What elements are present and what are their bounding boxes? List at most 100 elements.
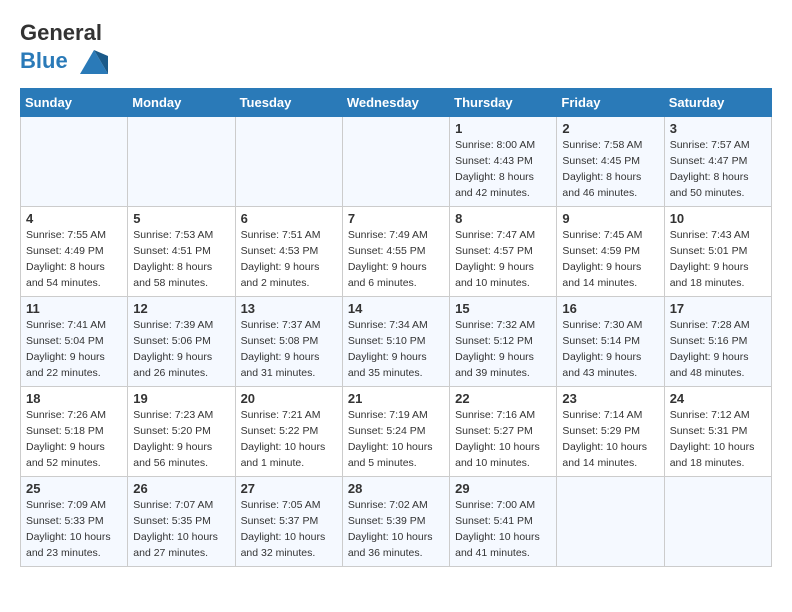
day-info: Sunrise: 7:07 AM Sunset: 5:35 PM Dayligh…	[133, 498, 229, 561]
day-number: 23	[562, 391, 658, 406]
calendar-cell	[664, 477, 771, 567]
day-number: 22	[455, 391, 551, 406]
calendar-week-row: 11 Sunrise: 7:41 AM Sunset: 5:04 PM Dayli…	[21, 297, 772, 387]
day-number: 4	[26, 211, 122, 226]
day-of-week-header: Monday	[128, 89, 235, 117]
day-of-week-header: Thursday	[450, 89, 557, 117]
calendar-cell: 25 Sunrise: 7:09 AM Sunset: 5:33 PM Dayli…	[21, 477, 128, 567]
calendar-cell: 27Sunrise: 7:05 AM Sunset: 5:37 PM Dayli…	[235, 477, 342, 567]
day-info: Sunrise: 7:09 AM Sunset: 5:33 PM Dayligh…	[26, 498, 122, 561]
day-info: Sunrise: 7:41 AM Sunset: 5:04 PM Dayligh…	[26, 318, 122, 381]
calendar-cell: 23Sunrise: 7:14 AM Sunset: 5:29 PM Dayli…	[557, 387, 664, 477]
day-number: 21	[348, 391, 444, 406]
calendar-cell	[21, 117, 128, 207]
day-number: 6	[241, 211, 337, 226]
day-number: 8	[455, 211, 551, 226]
calendar-cell: 28 Sunrise: 7:02 AM Sunset: 5:39 PM Dayli…	[342, 477, 449, 567]
day-number: 17	[670, 301, 766, 316]
calendar-week-row: 1 Sunrise: 8:00 AM Sunset: 4:43 PM Daylig…	[21, 117, 772, 207]
calendar-week-row: 18 Sunrise: 7:26 AM Sunset: 5:18 PM Dayli…	[21, 387, 772, 477]
day-info: Sunrise: 7:45 AM Sunset: 4:59 PM Dayligh…	[562, 228, 658, 291]
day-info: Sunrise: 7:16 AM Sunset: 5:27 PM Dayligh…	[455, 408, 551, 471]
day-number: 11	[26, 301, 122, 316]
calendar-cell: 8 Sunrise: 7:47 AM Sunset: 4:57 PM Daylig…	[450, 207, 557, 297]
calendar-cell: 26Sunrise: 7:07 AM Sunset: 5:35 PM Dayli…	[128, 477, 235, 567]
calendar-cell: 19Sunrise: 7:23 AM Sunset: 5:20 PM Dayli…	[128, 387, 235, 477]
day-number: 20	[241, 391, 337, 406]
calendar-cell: 14 Sunrise: 7:34 AM Sunset: 5:10 PM Dayli…	[342, 297, 449, 387]
calendar-cell: 3 Sunrise: 7:57 AM Sunset: 4:47 PM Daylig…	[664, 117, 771, 207]
calendar-week-row: 4 Sunrise: 7:55 AM Sunset: 4:49 PM Daylig…	[21, 207, 772, 297]
day-of-week-header: Sunday	[21, 89, 128, 117]
calendar-cell: 16 Sunrise: 7:30 AM Sunset: 5:14 PM Dayli…	[557, 297, 664, 387]
day-info: Sunrise: 7:21 AM Sunset: 5:22 PM Dayligh…	[241, 408, 337, 471]
day-info: Sunrise: 7:30 AM Sunset: 5:14 PM Dayligh…	[562, 318, 658, 381]
day-info: Sunrise: 8:00 AM Sunset: 4:43 PM Dayligh…	[455, 138, 551, 201]
day-info: Sunrise: 7:00 AM Sunset: 5:41 PM Dayligh…	[455, 498, 551, 561]
day-number: 18	[26, 391, 122, 406]
day-number: 7	[348, 211, 444, 226]
day-number: 13	[241, 301, 337, 316]
day-number: 5	[133, 211, 229, 226]
day-number: 14	[348, 301, 444, 316]
calendar-week-row: 25 Sunrise: 7:09 AM Sunset: 5:33 PM Dayli…	[21, 477, 772, 567]
day-info: Sunrise: 7:43 AM Sunset: 5:01 PM Dayligh…	[670, 228, 766, 291]
day-number: 28	[348, 481, 444, 496]
day-info: Sunrise: 7:53 AM Sunset: 4:51 PM Dayligh…	[133, 228, 229, 291]
day-number: 24	[670, 391, 766, 406]
calendar-cell: 17 Sunrise: 7:28 AM Sunset: 5:16 PM Dayli…	[664, 297, 771, 387]
calendar-cell: 7Sunrise: 7:49 AM Sunset: 4:55 PM Daylig…	[342, 207, 449, 297]
calendar-cell: 2Sunrise: 7:58 AM Sunset: 4:45 PM Daylig…	[557, 117, 664, 207]
day-info: Sunrise: 7:34 AM Sunset: 5:10 PM Dayligh…	[348, 318, 444, 381]
logo-blue-text: Blue	[20, 48, 68, 73]
day-number: 27	[241, 481, 337, 496]
day-info: Sunrise: 7:57 AM Sunset: 4:47 PM Dayligh…	[670, 138, 766, 201]
calendar-cell: 9 Sunrise: 7:45 AM Sunset: 4:59 PM Daylig…	[557, 207, 664, 297]
day-number: 3	[670, 121, 766, 136]
calendar-cell	[342, 117, 449, 207]
calendar-cell	[235, 117, 342, 207]
day-info: Sunrise: 7:51 AM Sunset: 4:53 PM Dayligh…	[241, 228, 337, 291]
calendar-header-row: SundayMondayTuesdayWednesdayThursdayFrid…	[21, 89, 772, 117]
day-number: 12	[133, 301, 229, 316]
day-info: Sunrise: 7:32 AM Sunset: 5:12 PM Dayligh…	[455, 318, 551, 381]
day-number: 16	[562, 301, 658, 316]
calendar-cell: 12Sunrise: 7:39 AM Sunset: 5:06 PM Dayli…	[128, 297, 235, 387]
day-info: Sunrise: 7:26 AM Sunset: 5:18 PM Dayligh…	[26, 408, 122, 471]
calendar-cell: 24 Sunrise: 7:12 AM Sunset: 5:31 PM Dayli…	[664, 387, 771, 477]
day-info: Sunrise: 7:55 AM Sunset: 4:49 PM Dayligh…	[26, 228, 122, 291]
day-of-week-header: Friday	[557, 89, 664, 117]
day-number: 1	[455, 121, 551, 136]
logo: General Blue	[20, 20, 110, 78]
calendar-cell: 20 Sunrise: 7:21 AM Sunset: 5:22 PM Dayli…	[235, 387, 342, 477]
calendar-cell: 15 Sunrise: 7:32 AM Sunset: 5:12 PM Dayli…	[450, 297, 557, 387]
calendar-cell	[128, 117, 235, 207]
day-number: 2	[562, 121, 658, 136]
day-info: Sunrise: 7:02 AM Sunset: 5:39 PM Dayligh…	[348, 498, 444, 561]
day-info: Sunrise: 7:37 AM Sunset: 5:08 PM Dayligh…	[241, 318, 337, 381]
logo-icon	[78, 46, 110, 78]
day-number: 9	[562, 211, 658, 226]
calendar-table: SundayMondayTuesdayWednesdayThursdayFrid…	[20, 88, 772, 567]
day-of-week-header: Wednesday	[342, 89, 449, 117]
day-info: Sunrise: 7:28 AM Sunset: 5:16 PM Dayligh…	[670, 318, 766, 381]
day-number: 15	[455, 301, 551, 316]
day-info: Sunrise: 7:47 AM Sunset: 4:57 PM Dayligh…	[455, 228, 551, 291]
day-number: 29	[455, 481, 551, 496]
logo-general-text: General	[20, 20, 102, 45]
page-header: General Blue	[20, 20, 772, 78]
calendar-cell	[557, 477, 664, 567]
day-info: Sunrise: 7:12 AM Sunset: 5:31 PM Dayligh…	[670, 408, 766, 471]
calendar-cell: 11 Sunrise: 7:41 AM Sunset: 5:04 PM Dayli…	[21, 297, 128, 387]
calendar-cell: 6 Sunrise: 7:51 AM Sunset: 4:53 PM Daylig…	[235, 207, 342, 297]
calendar-cell: 10Sunrise: 7:43 AM Sunset: 5:01 PM Dayli…	[664, 207, 771, 297]
day-of-week-header: Saturday	[664, 89, 771, 117]
calendar-cell: 1 Sunrise: 8:00 AM Sunset: 4:43 PM Daylig…	[450, 117, 557, 207]
calendar-cell: 29 Sunrise: 7:00 AM Sunset: 5:41 PM Dayli…	[450, 477, 557, 567]
day-number: 25	[26, 481, 122, 496]
day-number: 19	[133, 391, 229, 406]
calendar-cell: 18 Sunrise: 7:26 AM Sunset: 5:18 PM Dayli…	[21, 387, 128, 477]
calendar-cell: 22 Sunrise: 7:16 AM Sunset: 5:27 PM Dayli…	[450, 387, 557, 477]
calendar-cell: 5 Sunrise: 7:53 AM Sunset: 4:51 PM Daylig…	[128, 207, 235, 297]
calendar-cell: 13 Sunrise: 7:37 AM Sunset: 5:08 PM Dayli…	[235, 297, 342, 387]
